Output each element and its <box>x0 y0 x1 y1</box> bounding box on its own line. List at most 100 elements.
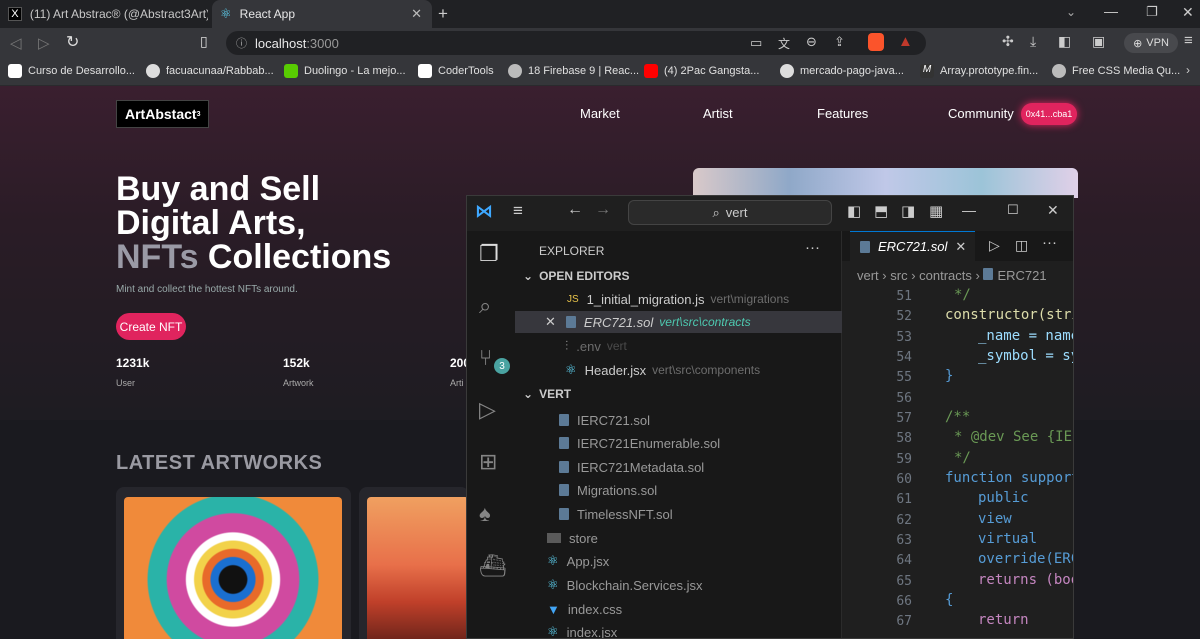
download-icon[interactable]: ⤓ <box>1030 33 1036 50</box>
extensions-icon[interactable]: ⊞ <box>479 449 497 475</box>
open-editors-header[interactable]: ⌄ OPEN EDITORS <box>515 265 842 287</box>
tab-list-chevron-icon[interactable]: ⌄ <box>1066 5 1076 19</box>
bookmark-item[interactable]: Curso de Desarrollo... <box>8 64 135 78</box>
minimize-icon[interactable]: — <box>962 202 976 218</box>
toggle-secondary-sidebar-icon[interactable]: ◨ <box>901 202 915 220</box>
file-item[interactable]: ⚛ App.jsx <box>515 550 842 572</box>
forward-arrow-icon[interactable]: → <box>595 201 611 219</box>
new-tab-button[interactable]: + <box>438 4 448 24</box>
file-item[interactable]: TimelessNFT.sol <box>515 503 842 525</box>
more-actions-icon[interactable]: ··· <box>805 239 820 256</box>
translate-icon[interactable]: 文 <box>778 35 790 52</box>
wallet-icon[interactable]: ▣ <box>1092 33 1105 50</box>
file-item[interactable]: IERC721.sol <box>515 409 842 431</box>
bookmark-label: 18 Firebase 9 | Reac... <box>528 65 640 77</box>
back-icon[interactable]: ◁ <box>10 34 22 52</box>
vpn-button[interactable]: ⊕ VPN <box>1124 33 1178 53</box>
artwork-card[interactable] <box>359 487 469 639</box>
run-icon[interactable]: ▷ <box>989 237 1000 254</box>
breadcrumb-item[interactable]: ERC721 <box>997 268 1046 283</box>
run-debug-icon[interactable]: ▷ <box>479 397 496 423</box>
docker-icon[interactable]: ⛴ <box>479 553 507 579</box>
restore-icon[interactable]: ❐ <box>1146 4 1158 20</box>
file-name: .env <box>576 338 601 354</box>
file-item[interactable]: IERC721Metadata.sol <box>515 456 842 478</box>
back-arrow-icon[interactable]: ← <box>567 201 583 219</box>
browser-tab-bar: X (11) Art Abstrac® (@Abstract3Art) / X … <box>0 0 1200 28</box>
tab-twitter[interactable]: X (11) Art Abstrac® (@Abstract3Art) / X <box>0 0 208 28</box>
file-item[interactable]: IERC721Enumerable.sol <box>515 432 842 454</box>
breadcrumb-item[interactable]: src <box>890 268 907 283</box>
folder-item[interactable]: store <box>515 527 842 549</box>
brave-shield-icon[interactable] <box>868 33 884 51</box>
file-item[interactable]: ▼ index.css <box>515 598 842 620</box>
more-actions-icon[interactable]: ··· <box>1042 234 1057 251</box>
address-bar[interactable]: ⓘ localhost:3000 ▭ 文 ⊖ ⇪ ▲ <box>226 31 926 55</box>
forward-icon[interactable]: ▷ <box>38 34 50 52</box>
bookmark-item[interactable]: 18 Firebase 9 | Reac... <box>508 64 639 78</box>
folder-header[interactable]: ⌄ VERT <box>515 383 842 405</box>
code-editor[interactable]: ERC721.sol ✕ ▷ ◫ ··· vert › src › contrac… <box>842 231 1073 638</box>
bookmark-item[interactable]: mercado-pago-java... <box>780 64 904 78</box>
source-control-icon[interactable]: ⑂ <box>479 345 492 371</box>
reload-icon[interactable]: ↻ <box>66 32 79 52</box>
nav-features[interactable]: Features <box>817 106 868 121</box>
close-icon[interactable]: ✕ <box>1047 202 1059 219</box>
close-editor-icon[interactable]: ✕ <box>545 314 556 330</box>
sidebar-icon[interactable]: ◧ <box>1058 33 1071 50</box>
nav-market[interactable]: Market <box>580 106 620 121</box>
toggle-panel-icon[interactable]: ⬒ <box>874 202 888 220</box>
bookmark-item[interactable]: Free CSS Media Qu... <box>1052 64 1180 78</box>
close-window-icon[interactable]: ✕ <box>1182 4 1194 21</box>
bookmark-icon[interactable]: ▯ <box>200 33 208 50</box>
editor-tab-erc721[interactable]: ERC721.sol ✕ <box>850 231 975 261</box>
file-item[interactable]: ⚛ Blockchain.Services.jsx <box>515 574 842 596</box>
share-icon[interactable]: ⇪ <box>834 34 845 50</box>
bookmark-item[interactable]: Duolingo - La mejo... <box>284 64 406 78</box>
site-logo[interactable]: ArtAbstact 3 <box>116 100 210 128</box>
maximize-icon[interactable]: ☐ <box>1007 202 1019 218</box>
open-editor-item[interactable]: ⚛ Header.jsx vert\src\components <box>515 359 842 381</box>
stat-label: User <box>116 378 136 388</box>
toggle-sidebar-icon[interactable]: ◧ <box>847 202 861 220</box>
solidity-file-icon <box>559 414 569 426</box>
nav-community[interactable]: Community <box>948 106 1014 121</box>
minimize-icon[interactable]: — <box>1104 3 1118 19</box>
open-editor-item[interactable]: JS 1_initial_migration.js vert\migrations <box>515 288 842 310</box>
close-tab-icon[interactable]: ✕ <box>411 6 422 22</box>
bookmark-item[interactable]: M Array.prototype.fin... <box>920 64 1038 78</box>
artwork-card[interactable] <box>116 487 351 639</box>
tab-react-app[interactable]: ⚛ React App ✕ <box>212 0 432 28</box>
stat-value: 1231k <box>116 356 150 370</box>
customize-layout-icon[interactable]: ▦ <box>929 202 943 220</box>
breadcrumb-item[interactable]: contracts <box>919 268 972 283</box>
breadcrumb-item[interactable]: vert <box>857 268 879 283</box>
nav-artist[interactable]: Artist <box>703 106 733 121</box>
cast-icon[interactable]: ▭ <box>750 35 762 51</box>
command-center-search[interactable]: ⌕ vert <box>628 200 832 225</box>
mongodb-leaf-icon[interactable]: ♠ <box>479 501 491 527</box>
open-editor-item[interactable]: ⫶ .env vert <box>515 335 842 357</box>
file-item[interactable]: ⚛ index.jsx <box>515 621 842 638</box>
menu-icon[interactable]: ≡ <box>1184 32 1193 49</box>
mdn-icon: M <box>920 64 934 78</box>
bookmark-item[interactable]: facuacunaa/Rabbab... <box>146 64 274 78</box>
zoom-icon[interactable]: ⊖ <box>806 34 817 50</box>
bookmark-item[interactable]: (4) 2Pac Gangsta... <box>644 64 759 78</box>
close-tab-icon[interactable]: ✕ <box>955 239 966 255</box>
open-editor-item-active[interactable]: ✕ ERC721.sol vert\src\contracts <box>515 311 842 333</box>
hamburger-menu-icon[interactable]: ≡ <box>513 201 523 221</box>
explorer-icon[interactable]: ❐ <box>479 241 499 267</box>
split-editor-icon[interactable]: ◫ <box>1015 237 1028 254</box>
file-item[interactable]: Migrations.sol <box>515 479 842 501</box>
brave-rewards-icon[interactable]: ▲ <box>898 33 913 50</box>
search-icon[interactable]: ⌕ <box>479 293 491 319</box>
wallet-button[interactable]: 0x41...cba1 <box>1021 103 1077 125</box>
bookmark-item[interactable]: CoderTools <box>418 64 494 78</box>
line-number: 51 <box>896 289 912 304</box>
scm-badge: 3 <box>494 358 510 374</box>
javascript-file-icon: JS <box>567 293 579 305</box>
more-bookmarks-icon[interactable]: › <box>1186 63 1190 77</box>
extensions-icon[interactable]: ✣ <box>1002 33 1014 50</box>
create-nft-button[interactable]: Create NFT <box>116 313 186 340</box>
